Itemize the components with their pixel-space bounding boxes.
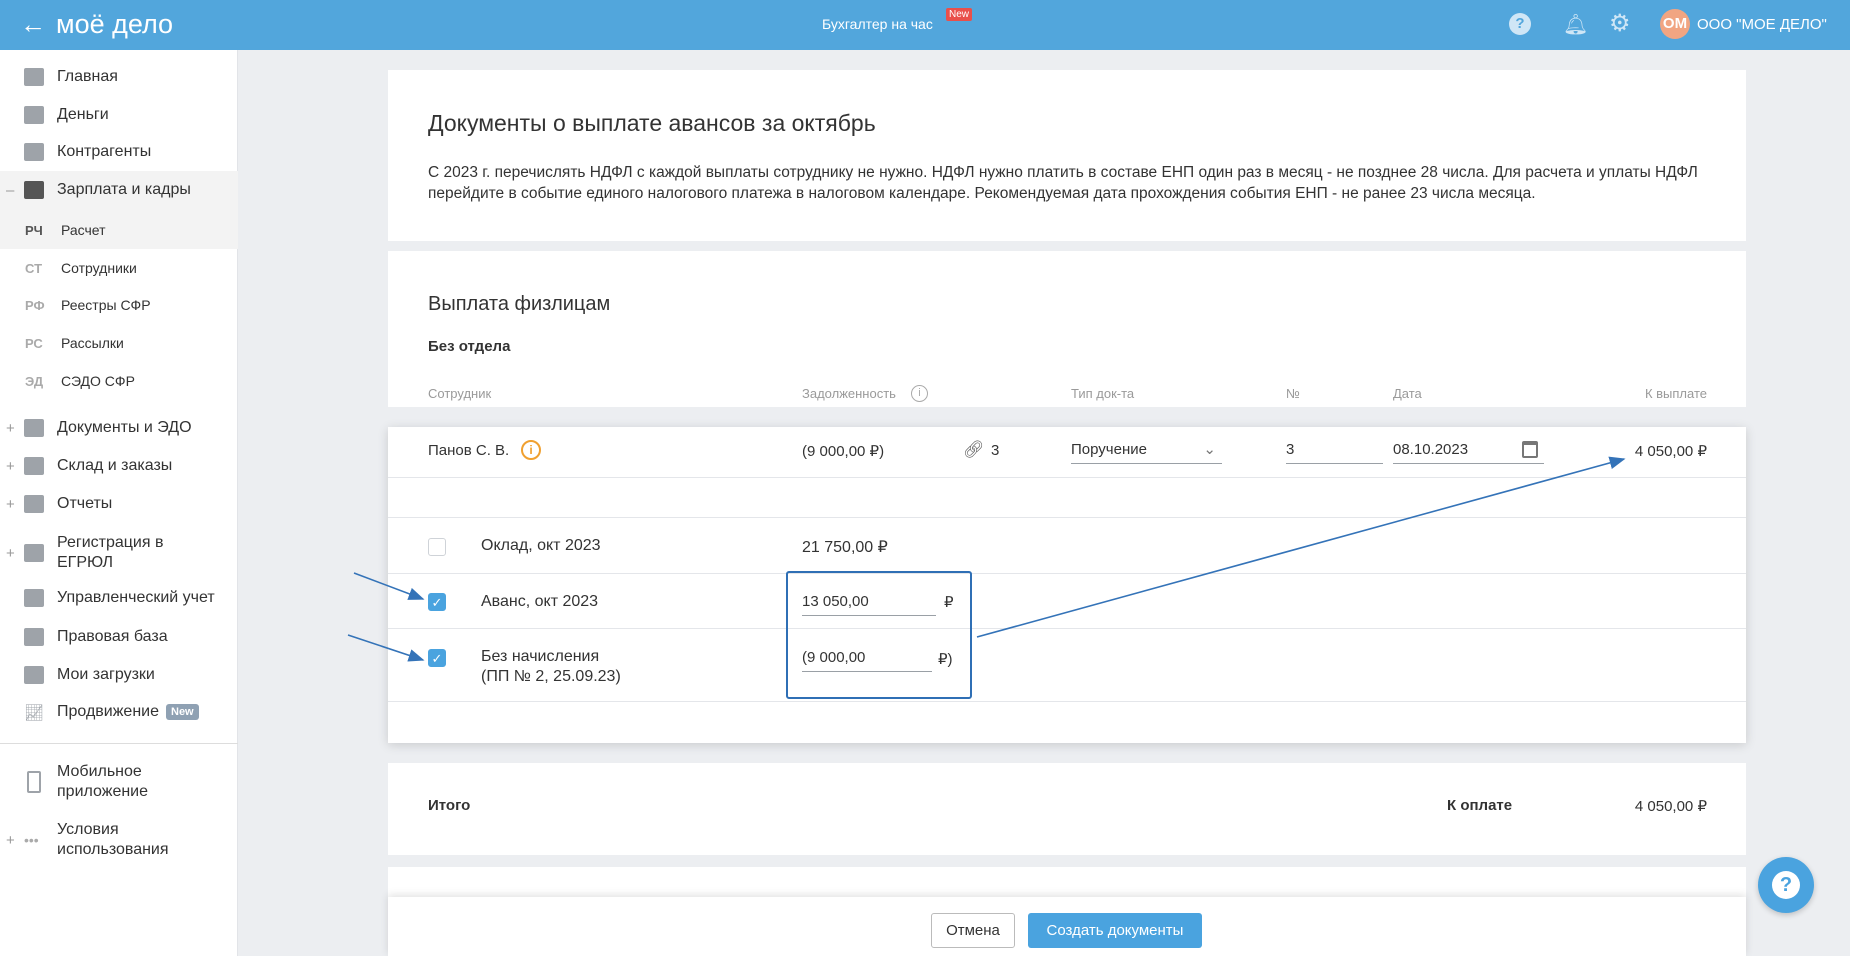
total-card: Итого К оплате 4 050,00 ₽ (388, 763, 1746, 855)
total-label: Итого (428, 797, 471, 814)
pay-label: К оплате (1447, 797, 1513, 814)
help-icon: ? (1772, 871, 1800, 899)
pay-value: 4 050,00 ₽ (1634, 798, 1707, 815)
arrow-to-advance (353, 572, 425, 600)
cancel-button[interactable]: Отмена (931, 913, 1015, 948)
arrow-to-total (976, 456, 1626, 638)
help-fab-button[interactable]: ? (1758, 857, 1814, 913)
arrow-to-no-accrual (347, 634, 425, 662)
create-documents-button[interactable]: Создать документы (1028, 913, 1202, 948)
